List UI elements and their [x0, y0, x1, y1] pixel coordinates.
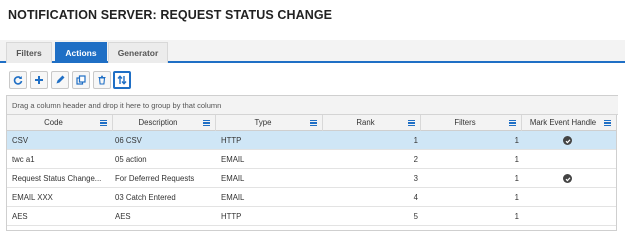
column-menu-icon[interactable]: [310, 120, 317, 127]
cell-description: 05 action: [115, 155, 147, 164]
pencil-icon: [56, 75, 65, 84]
cell-rank: 3: [413, 174, 418, 183]
cell-type: EMAIL: [221, 155, 245, 164]
column-menu-icon[interactable]: [203, 120, 210, 127]
cell-type: HTTP: [221, 136, 242, 145]
cell-mark-event-handle: [522, 131, 616, 150]
grid-header: Code Description Type Rank Filters Mark …: [7, 115, 616, 131]
column-header-description[interactable]: Description: [113, 115, 216, 131]
table-row[interactable]: EMAIL XXX 03 Catch Entered EMAIL 4 1: [7, 188, 616, 207]
trash-icon: [98, 75, 106, 85]
cell-rank: 5: [413, 212, 418, 221]
cell-description: 03 Catch Entered: [115, 193, 176, 202]
cell-filters: 1: [514, 155, 519, 164]
cell-code: CSV: [12, 136, 29, 145]
cell-mark-event-handle: [522, 207, 616, 226]
cell-type: EMAIL: [221, 193, 245, 202]
cell-mark-event-handle: [522, 169, 616, 188]
sort-button[interactable]: [113, 71, 131, 89]
column-header-mark-event-handle[interactable]: Mark Event Handle: [522, 115, 616, 131]
tab-filters[interactable]: Filters: [6, 42, 52, 63]
cell-filters: 1: [514, 212, 519, 221]
column-menu-icon[interactable]: [509, 120, 516, 127]
cell-filters: 1: [514, 174, 519, 183]
plus-icon: [35, 76, 43, 84]
column-header-filters[interactable]: Filters: [421, 115, 522, 131]
edit-button[interactable]: [51, 71, 69, 89]
column-header-rank[interactable]: Rank: [323, 115, 421, 131]
cell-mark-event-handle: [522, 150, 616, 169]
table-row[interactable]: twc a1 05 action EMAIL 2 1: [7, 150, 616, 169]
refresh-icon: [13, 76, 23, 85]
column-header-type[interactable]: Type: [216, 115, 323, 131]
copy-button[interactable]: [72, 71, 90, 89]
table-row[interactable]: AES AES HTTP 5 1: [7, 207, 616, 226]
check-circle-icon: [563, 136, 572, 145]
column-menu-icon[interactable]: [604, 120, 611, 127]
cell-code: AES: [12, 212, 28, 221]
cell-type: HTTP: [221, 212, 242, 221]
column-menu-icon[interactable]: [100, 120, 107, 127]
cell-code: twc a1: [12, 155, 35, 164]
tab-generator[interactable]: Generator: [108, 42, 168, 63]
sort-icon: [117, 75, 127, 85]
refresh-button[interactable]: [9, 71, 27, 89]
cell-filters: 1: [514, 193, 519, 202]
tab-actions[interactable]: Actions: [55, 42, 107, 63]
column-menu-icon[interactable]: [408, 120, 415, 127]
cell-rank: 2: [413, 155, 418, 164]
cell-type: EMAIL: [221, 174, 245, 183]
cell-code: Request Status Change...: [12, 174, 102, 183]
cell-filters: 1: [514, 136, 519, 145]
add-button[interactable]: [30, 71, 48, 89]
delete-button[interactable]: [93, 71, 111, 89]
group-by-panel[interactable]: Drag a column header and drop it here to…: [7, 95, 618, 115]
cell-description: For Deferred Requests: [115, 174, 195, 183]
cell-rank: 4: [413, 193, 418, 202]
table-row[interactable]: Request Status Change... For Deferred Req…: [7, 169, 616, 188]
cell-description: 06 CSV: [115, 136, 142, 145]
page-title: NOTIFICATION SERVER: REQUEST STATUS CHAN…: [8, 8, 333, 22]
cell-mark-event-handle: [522, 188, 616, 207]
cell-code: EMAIL XXX: [12, 193, 53, 202]
check-circle-icon: [563, 174, 572, 183]
cell-description: AES: [115, 212, 131, 221]
tab-strip: Filters Actions Generator: [0, 40, 625, 63]
copy-icon: [76, 75, 86, 85]
table-row[interactable]: CSV 06 CSV HTTP 1 1: [7, 131, 616, 150]
column-header-code[interactable]: Code: [7, 115, 113, 131]
actions-grid: Drag a column header and drop it here to…: [6, 95, 618, 231]
cell-rank: 1: [413, 136, 418, 145]
